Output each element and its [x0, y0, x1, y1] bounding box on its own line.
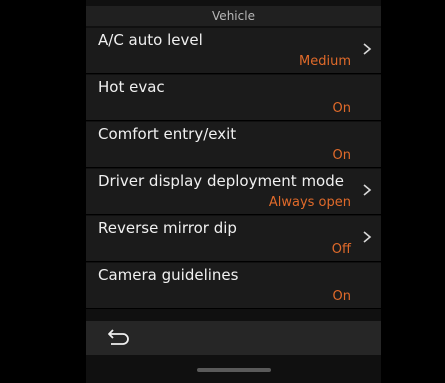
vehicle-settings-screen: Vehicle A/C auto level Medium Hot evac O…: [0, 0, 445, 383]
setting-row-driver-display-deployment-mode[interactable]: Driver display deployment mode Always op…: [86, 169, 381, 215]
setting-label: Camera guidelines: [98, 266, 239, 284]
setting-value: On: [332, 289, 351, 304]
chevron-right-icon: [363, 231, 372, 243]
page-title: Vehicle: [86, 6, 381, 26]
setting-value: Off: [331, 242, 351, 257]
setting-row-reverse-mirror-dip[interactable]: Reverse mirror dip Off: [86, 216, 381, 262]
back-arrow-icon[interactable]: [106, 327, 132, 349]
chevron-right-icon: [363, 184, 372, 196]
setting-row-camera-guidelines[interactable]: Camera guidelines On: [86, 263, 381, 309]
setting-label: Reverse mirror dip: [98, 219, 237, 237]
setting-row-hot-evac[interactable]: Hot evac On: [86, 75, 381, 121]
home-indicator[interactable]: [197, 368, 271, 372]
setting-value: On: [332, 148, 351, 163]
setting-label: Driver display deployment mode: [98, 172, 344, 190]
chevron-right-icon: [363, 43, 372, 55]
setting-label: Comfort entry/exit: [98, 125, 237, 143]
setting-value: Always open: [268, 195, 351, 210]
setting-value: On: [332, 101, 351, 116]
setting-row-ac-auto-level[interactable]: A/C auto level Medium: [86, 28, 381, 74]
footer-bar: [86, 321, 381, 355]
setting-value: Medium: [299, 54, 351, 69]
setting-label: Hot evac: [98, 78, 165, 96]
setting-label: A/C auto level: [98, 31, 203, 49]
setting-row-comfort-entry-exit[interactable]: Comfort entry/exit On: [86, 122, 381, 168]
